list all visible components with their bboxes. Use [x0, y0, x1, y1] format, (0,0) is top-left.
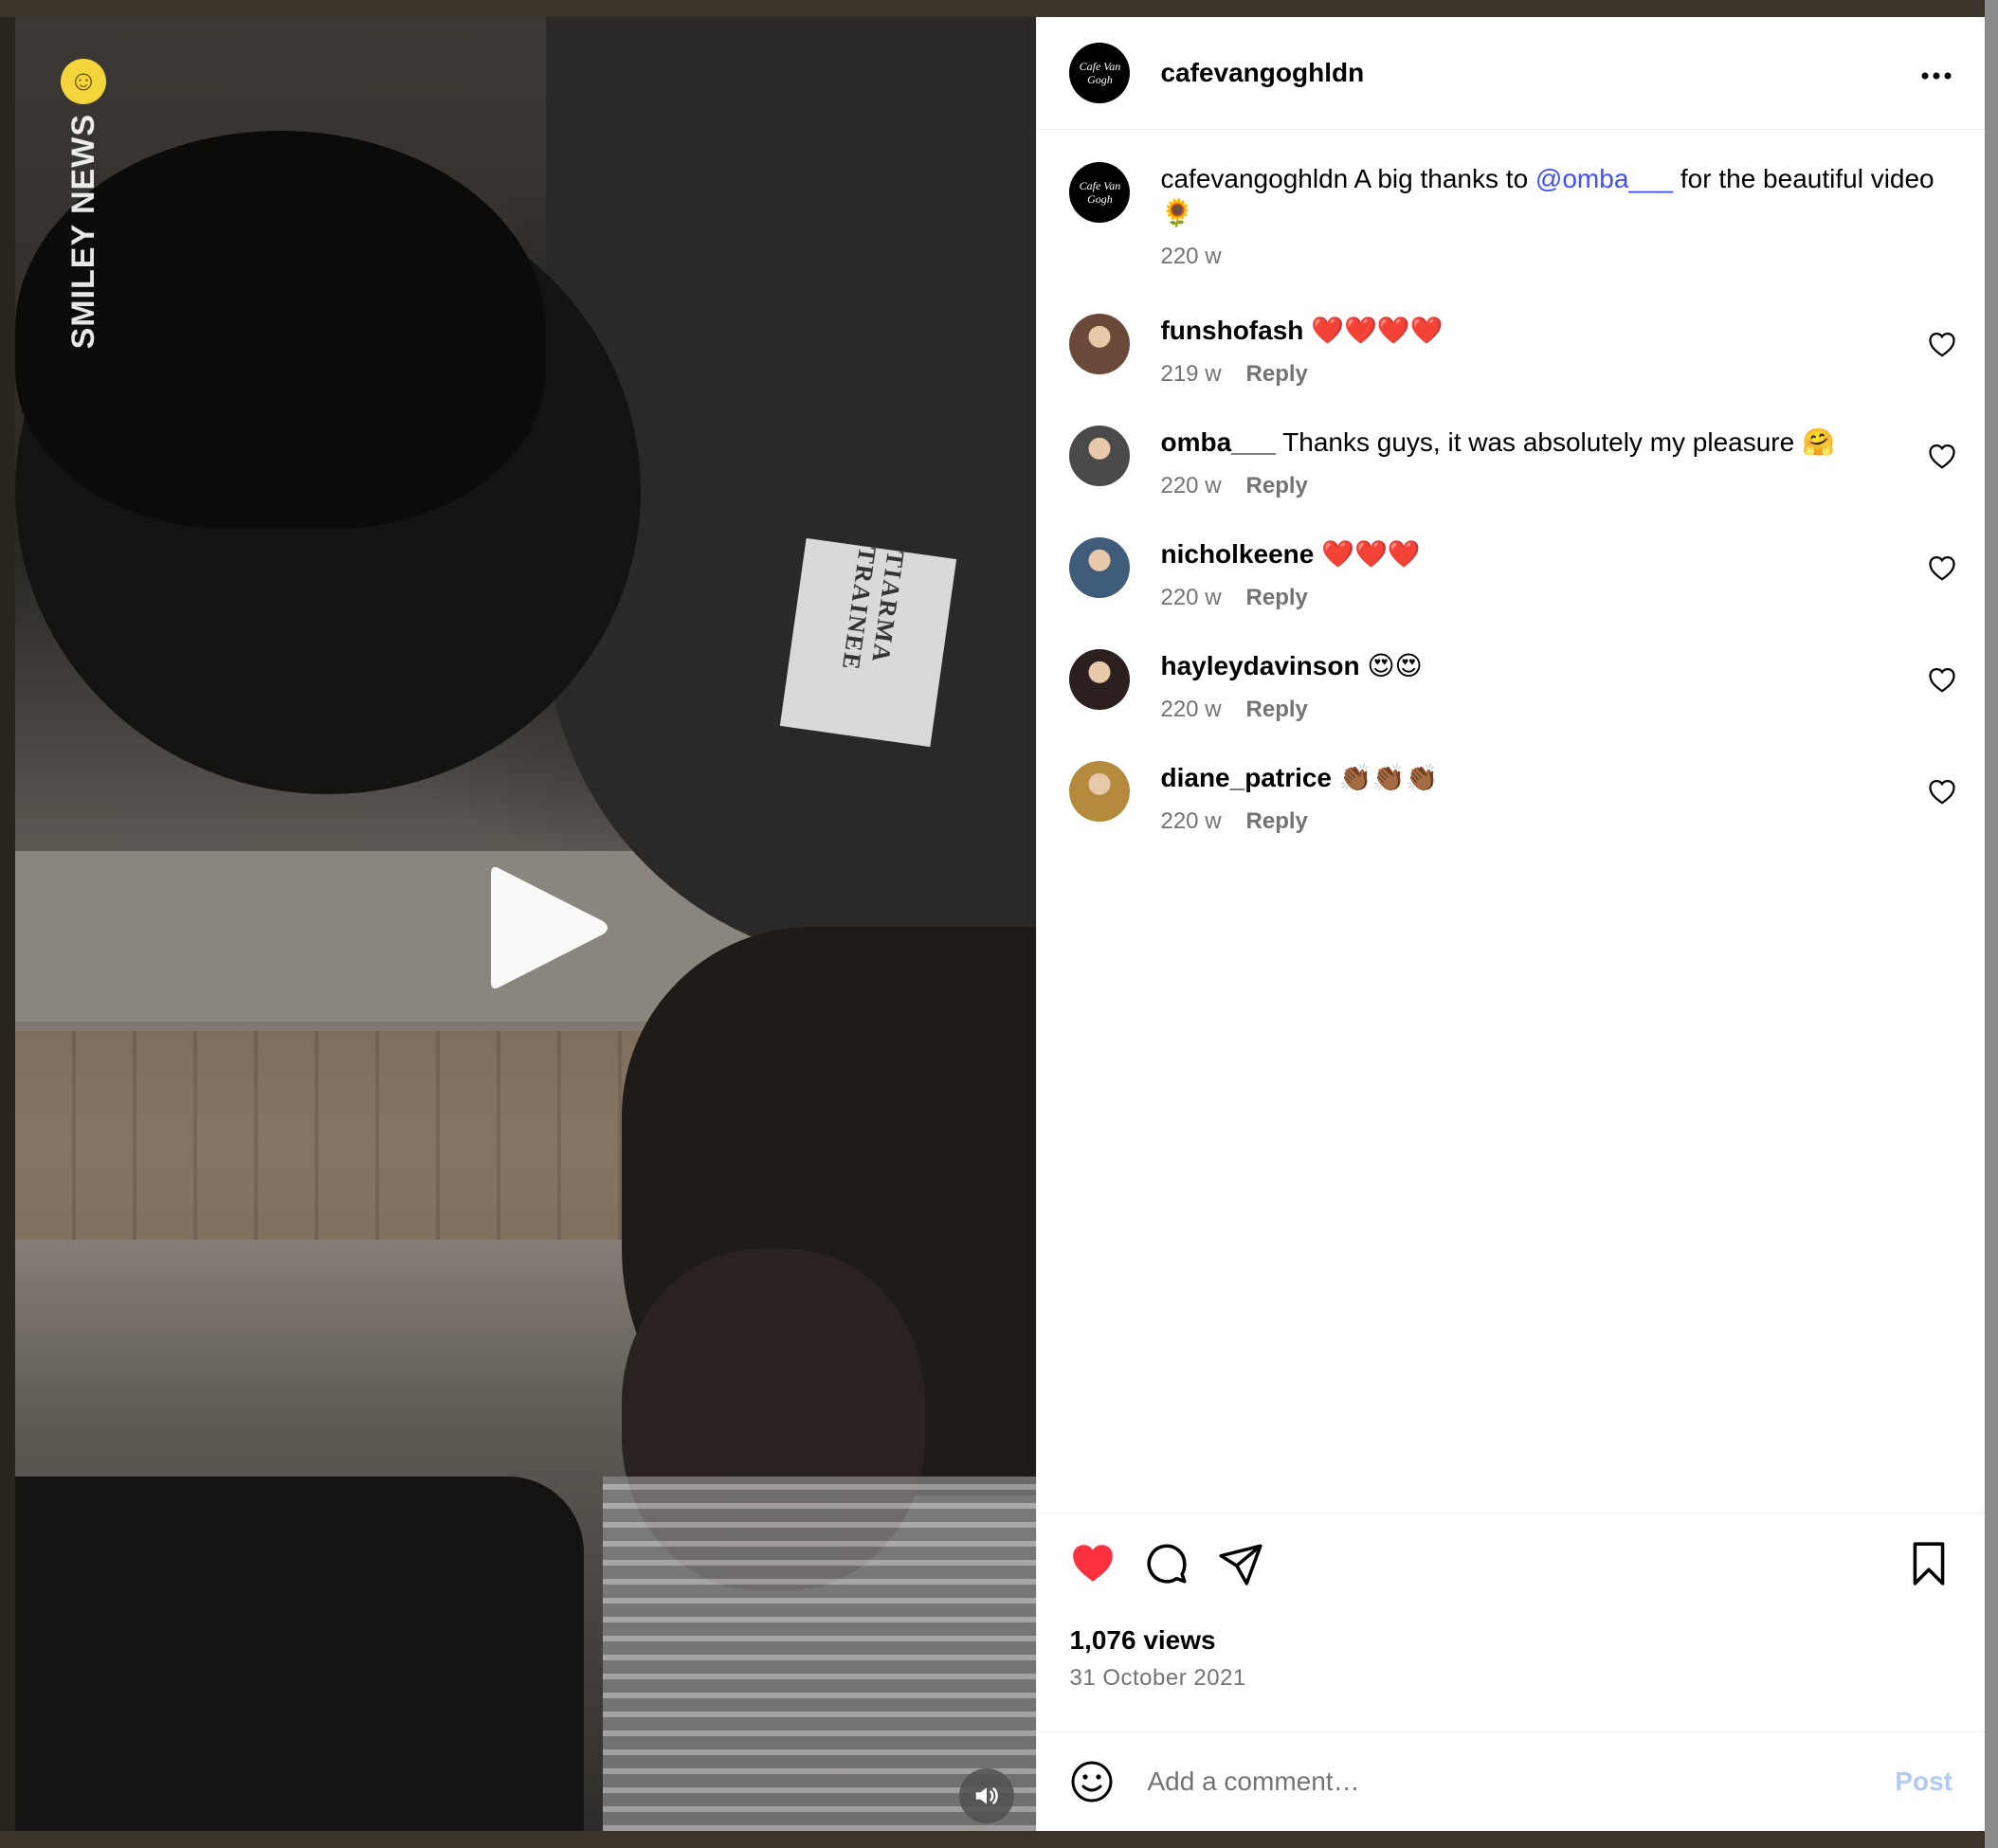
reply-button[interactable]: Reply [1246, 473, 1308, 499]
like-heart-icon[interactable] [1069, 1540, 1117, 1587]
commenter-username[interactable]: omba___ [1160, 427, 1275, 457]
comment-input[interactable] [1145, 1766, 1896, 1798]
reply-button[interactable]: Reply [1246, 585, 1308, 611]
comment-text: ❤️❤️❤️❤️ [1311, 316, 1444, 345]
post-comment-button[interactable]: Post [1895, 1766, 1953, 1797]
commenter-avatar[interactable] [1069, 649, 1131, 710]
comment-row: nicholkeene ❤️❤️❤️ 220 w Reply [1069, 537, 1956, 611]
caption-timestamp[interactable]: 220 w [1160, 244, 1221, 270]
comment-timestamp[interactable]: 220 w [1160, 585, 1221, 611]
caption-mention-link[interactable]: @omba___ [1535, 164, 1673, 193]
commenter-avatar[interactable] [1069, 426, 1131, 486]
post-actions: 1,076 views 31 October 2021 [1037, 1513, 1985, 1731]
video-watermark: ☺ SMILEY NEWS [61, 59, 106, 349]
post-caption: Cafe Van Gogh cafevangoghldn A big thank… [1069, 162, 1956, 270]
reply-button[interactable]: Reply [1246, 808, 1308, 835]
caption-avatar[interactable]: Cafe Van Gogh [1069, 162, 1131, 223]
avatar-logo-text: Cafe Van Gogh [1079, 60, 1121, 86]
comments-list[interactable]: Cafe Van Gogh cafevangoghldn A big thank… [1037, 130, 1985, 1513]
comment-text: ❤️❤️❤️ [1321, 539, 1421, 569]
comment-timestamp[interactable]: 220 w [1160, 473, 1221, 499]
author-username[interactable]: cafevangoghldn [1160, 58, 1364, 88]
video-name-badge: TIARMA TRAINEE [779, 537, 957, 748]
comment-text: 😍😍 [1367, 651, 1423, 680]
audio-toggle-button[interactable] [959, 1768, 1014, 1823]
commenter-username[interactable]: diane_patrice [1160, 763, 1332, 792]
post-video[interactable]: TIARMA TRAINEE ☺ SMILEY NEWS [15, 17, 1037, 1831]
view-count[interactable]: 1,076 views [1069, 1625, 1953, 1656]
comment-timestamp[interactable]: 220 w [1160, 808, 1221, 835]
comment-text: 👏🏾👏🏾👏🏾 [1338, 763, 1439, 792]
comment-row: omba___ Thanks guys, it was absolutely m… [1069, 426, 1956, 499]
play-button[interactable] [481, 857, 614, 999]
post-header: Cafe Van Gogh cafevangoghldn [1037, 17, 1985, 130]
watermark-text: SMILEY NEWS [64, 114, 101, 350]
commenter-avatar[interactable] [1069, 761, 1131, 822]
commenter-username[interactable]: funshofash [1160, 316, 1303, 345]
reply-button[interactable]: Reply [1246, 361, 1308, 388]
avatar-logo-text: Cafe Van Gogh [1079, 179, 1121, 206]
smiley-logo-icon: ☺ [61, 59, 106, 104]
commenter-username[interactable]: nicholkeene [1160, 539, 1314, 569]
reply-button[interactable]: Reply [1246, 697, 1308, 723]
comment-icon[interactable] [1143, 1540, 1190, 1587]
share-icon[interactable] [1217, 1540, 1264, 1587]
comment-timestamp[interactable]: 220 w [1160, 697, 1221, 723]
comment-timestamp[interactable]: 219 w [1160, 361, 1221, 388]
commenter-avatar[interactable] [1069, 537, 1131, 598]
commenter-username[interactable]: hayleydavinson [1160, 651, 1359, 680]
caption-username[interactable]: cafevangoghldn [1160, 164, 1348, 193]
comment-like-heart-icon[interactable] [1928, 443, 1956, 471]
bookmark-icon[interactable] [1905, 1540, 1953, 1587]
post-modal: TIARMA TRAINEE ☺ SMILEY NEWS Cafe Van Go… [15, 17, 1985, 1831]
post-details-panel: Cafe Van Gogh cafevangoghldn Cafe Van Go… [1036, 17, 1985, 1831]
comment-row: hayleydavinson 😍😍 220 w Reply [1069, 649, 1956, 723]
post-date[interactable]: 31 October 2021 [1069, 1665, 1953, 1692]
comment-composer: Post [1037, 1731, 1985, 1831]
comment-row: diane_patrice 👏🏾👏🏾👏🏾 220 w Reply [1069, 761, 1956, 835]
author-avatar[interactable]: Cafe Van Gogh [1069, 43, 1131, 103]
caption-text-before: A big thanks to [1353, 164, 1529, 193]
backdrop-top [0, 0, 1998, 17]
emoji-icon[interactable] [1069, 1759, 1115, 1804]
backdrop-bottom [0, 1831, 1998, 1848]
backdrop-right [1985, 0, 1998, 1848]
comment-like-heart-icon[interactable] [1928, 666, 1956, 695]
comment-text: Thanks guys, it was absolutely my pleasu… [1282, 427, 1835, 457]
commenter-avatar[interactable] [1069, 314, 1131, 374]
video-coffee-machine [15, 1477, 584, 1831]
comment-row: funshofash ❤️❤️❤️❤️ 219 w Reply [1069, 314, 1956, 388]
comment-like-heart-icon[interactable] [1928, 554, 1956, 583]
comment-like-heart-icon[interactable] [1928, 331, 1956, 359]
more-icon [1921, 72, 1952, 80]
comment-like-heart-icon[interactable] [1928, 778, 1956, 806]
play-icon [491, 866, 608, 989]
speaker-icon [975, 1787, 998, 1804]
more-options-button[interactable] [1920, 65, 1953, 81]
